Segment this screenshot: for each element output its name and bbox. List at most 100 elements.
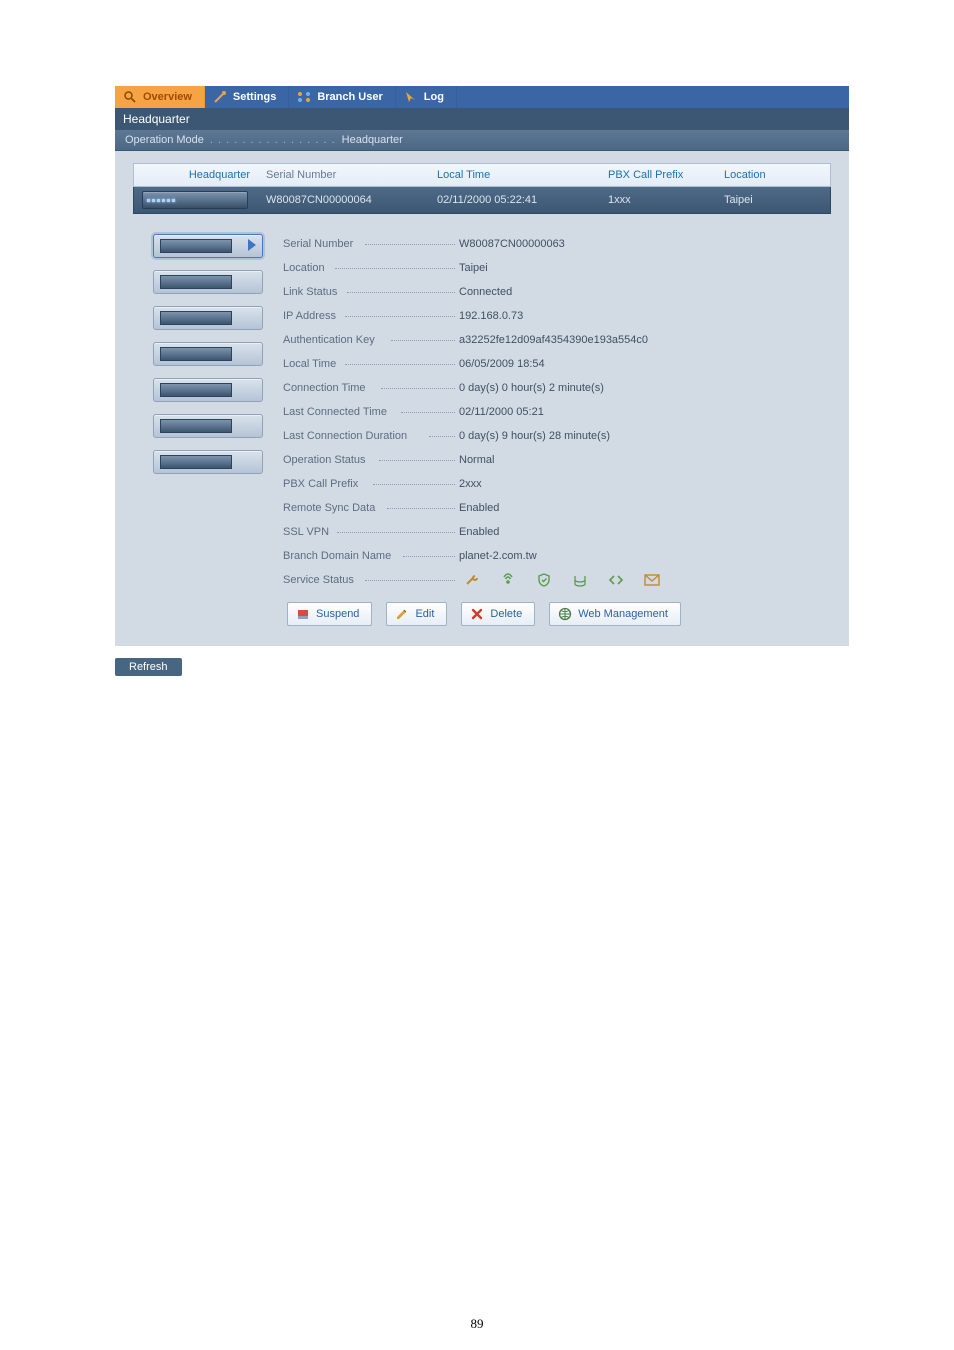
disk-icon [571,572,589,588]
page-title: Headquarter [115,108,849,130]
detail-row: SSL VPNEnabled [283,520,831,544]
web-management-button-label: Web Management [578,608,668,620]
detail-row: PBX Call Prefix2xxx [283,472,831,496]
col-serial: Serial Number [258,169,429,181]
suspend-button-icon [296,607,310,621]
operation-mode-value: Headquarter [342,134,403,146]
col-headquarter[interactable]: Headquarter [134,169,258,181]
detail-row: LocationTaipei [283,256,831,280]
operation-mode-row: Operation Mode . . . . . . . . . . . . .… [115,130,849,151]
branch-slot[interactable] [153,414,263,438]
detail-row-service-status: Service Status [283,568,831,592]
detail-label: Location [283,262,459,274]
detail-row: Local Time06/05/2009 18:54 [283,352,831,376]
cursor-icon [404,90,418,104]
signal-icon [499,572,517,588]
detail-value: a32252fe12d09af4354390e193a554c0 [459,334,648,346]
page-number: 89 [0,1316,954,1332]
web-management-button[interactable]: Web Management [549,602,681,626]
tab-log-label: Log [424,91,444,103]
detail-label: Service Status [283,574,459,586]
detail-value: 0 day(s) 0 hour(s) 2 minute(s) [459,382,604,394]
detail-value: W80087CN00000063 [459,238,565,250]
shield-icon [535,572,553,588]
row-pbx-prefix: 1xxx [600,194,716,206]
detail-label: Serial Number [283,238,459,250]
refresh-button[interactable]: Refresh [115,658,182,676]
detail-row: Connection Time0 day(s) 0 hour(s) 2 minu… [283,376,831,400]
detail-label: Remote Sync Data [283,502,459,514]
web-management-button-icon [558,607,572,621]
detail-value: 0 day(s) 9 hour(s) 28 minute(s) [459,430,610,442]
tab-settings-label: Settings [233,91,276,103]
branch-slot[interactable] [153,234,263,258]
detail-label: Last Connection Duration [283,430,459,442]
detail-row: Last Connection Duration0 day(s) 9 hour(… [283,424,831,448]
tab-log[interactable]: Log [396,86,457,108]
device-chip-icon [142,191,248,209]
detail-value: Taipei [459,262,488,274]
branch-slot[interactable] [153,342,263,366]
detail-label: PBX Call Prefix [283,478,459,490]
detail-value: 02/11/2000 05:21 [459,406,544,418]
detail-label: Authentication Key [283,334,459,346]
detail-row: Last Connected Time02/11/2000 05:21 [283,400,831,424]
col-local-time[interactable]: Local Time [429,169,600,181]
branch-slot[interactable] [153,270,263,294]
detail-row: Operation StatusNormal [283,448,831,472]
tab-overview-label: Overview [143,91,192,103]
branch-slot[interactable] [153,378,263,402]
detail-row: IP Address192.168.0.73 [283,304,831,328]
col-pbx-prefix[interactable]: PBX Call Prefix [600,169,716,181]
detail-value: 06/05/2009 18:54 [459,358,545,370]
wrench-icon [463,572,481,588]
tab-branch-user-label: Branch User [317,91,382,103]
tab-filler [457,86,849,108]
table-header: Headquarter Serial Number Local Time PBX… [133,163,831,187]
suspend-button[interactable]: Suspend [287,602,372,626]
detail-label: Local Time [283,358,459,370]
branch-slot[interactable] [153,306,263,330]
action-buttons: Suspend Edit Delete Web Management [283,602,831,626]
table-row[interactable]: W80087CN00000064 02/11/2000 05:22:41 1xx… [133,187,831,214]
branch-slots [133,232,283,626]
col-location[interactable]: Location [716,169,830,181]
sync-arrows-icon [607,572,625,588]
mail-icon [643,572,661,588]
detail-label: IP Address [283,310,459,322]
detail-label: Operation Status [283,454,459,466]
detail-row: Serial NumberW80087CN00000063 [283,232,831,256]
delete-button-icon [470,607,484,621]
delete-button[interactable]: Delete [461,602,535,626]
detail-value: Enabled [459,502,499,514]
detail-label: Branch Domain Name [283,550,459,562]
detail-row: Link StatusConnected [283,280,831,304]
tab-settings[interactable]: Settings [205,86,289,108]
detail-value: Connected [459,286,512,298]
device-thumb-cell [134,191,258,209]
suspend-button-label: Suspend [316,608,359,620]
detail-value: Enabled [459,526,499,538]
content-area: Headquarter Serial Number Local Time PBX… [115,151,849,646]
row-location: Taipei [716,194,830,206]
detail-row: Branch Domain Nameplanet-2.com.tw [283,544,831,568]
expand-arrow-icon [248,239,256,251]
detail-label: Link Status [283,286,459,298]
detail-value: 2xxx [459,478,482,490]
tab-overview[interactable]: Overview [115,86,205,108]
edit-button[interactable]: Edit [386,602,447,626]
detail-value: Normal [459,454,494,466]
tab-branch-user[interactable]: Branch User [289,86,395,108]
operation-mode-label: Operation Mode [125,134,204,146]
network-nodes-icon [297,90,311,104]
tab-bar: Overview Settings Branch User Log [115,86,849,108]
detail-label: Last Connected Time [283,406,459,418]
detail-value: planet-2.com.tw [459,550,537,562]
detail-panel: Serial NumberW80087CN00000063LocationTai… [283,232,831,626]
detail-row: Authentication Keya32252fe12d09af4354390… [283,328,831,352]
branch-slot[interactable] [153,450,263,474]
row-local-time: 02/11/2000 05:22:41 [429,194,600,206]
edit-button-label: Edit [415,608,434,620]
detail-label: Connection Time [283,382,459,394]
tools-icon [213,90,227,104]
